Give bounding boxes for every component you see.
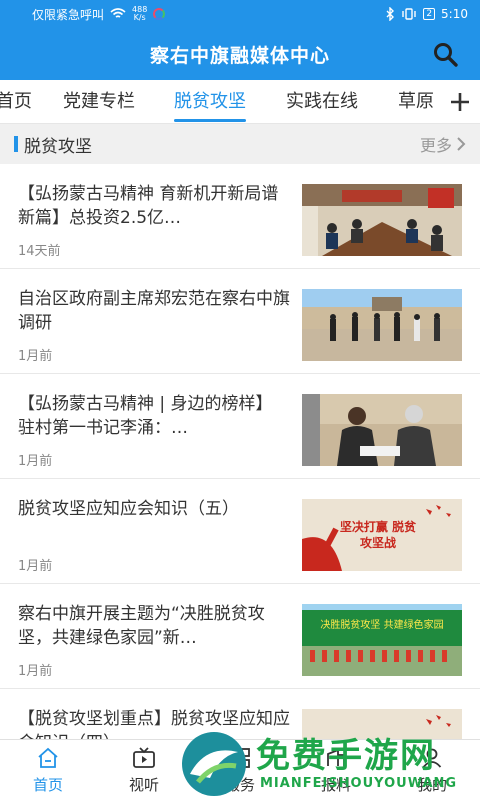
status-left: 仅限紧急呼叫 488 K/s — [32, 6, 385, 23]
article-title: 【脱贫攻坚划重点】脱贫攻坚应知应会知识（四） — [18, 709, 290, 739]
poster-graphic — [426, 715, 451, 727]
banner-graphic — [302, 610, 462, 676]
battery-icon: 2 — [423, 8, 436, 20]
article-title: 脱贫攻坚应知应会知识（五） — [18, 499, 239, 519]
article-time: 1月前 — [18, 664, 53, 679]
bottom-nav: 首页 视听 服务 报料 我的 — [0, 739, 480, 800]
more-link[interactable]: 更多 — [420, 132, 466, 156]
tab-party-building[interactable]: 党建专栏 — [63, 80, 135, 123]
nav-service[interactable]: 服务 — [192, 740, 288, 800]
article-title: 自治区政府副主席郑宏范在察右中旗调研 — [18, 289, 290, 333]
section-title: 脱贫攻坚 — [24, 136, 92, 157]
nav-video[interactable]: 视听 — [96, 740, 192, 800]
wifi-icon — [110, 8, 126, 18]
net-speed-unit: K/s — [133, 13, 146, 22]
list-item[interactable]: 察右中旗开展主题为“决胜脱贫攻坚，共建绿色家园”新… 1月前 决胜脱贫攻坚 共建… — [0, 584, 480, 689]
section-accent-bar — [14, 136, 18, 152]
nav-mine[interactable]: 我的 — [384, 740, 480, 800]
status-time: 5:10 — [441, 7, 468, 21]
article-title: 【弘扬蒙古马精神 | 身边的榜样】 驻村第一书记李涌：… — [18, 394, 273, 438]
tab-practice-online[interactable]: 实践在线 — [286, 80, 358, 123]
article-title: 察右中旗开展主题为“决胜脱贫攻坚，共建绿色家园”新… — [18, 604, 265, 648]
nav-report-label: 报料 — [320, 776, 351, 794]
article-time: 1月前 — [18, 559, 53, 574]
list-item[interactable]: 【脱贫攻坚划重点】脱贫攻坚应知应会知识（四） — [0, 689, 480, 739]
article-time: 1月前 — [18, 349, 53, 364]
nav-video-label: 视听 — [128, 776, 159, 794]
status-right: 2 5:10 — [385, 7, 468, 21]
article-thumbnail: 决胜脱贫攻坚 共建绿色家园 — [302, 604, 462, 676]
video-icon — [133, 747, 155, 768]
article-thumbnail — [302, 709, 462, 739]
status-bar: 仅限紧急呼叫 488 K/s 2 5:10 — [0, 0, 480, 28]
nav-report[interactable]: 报料 — [288, 740, 384, 800]
report-icon — [327, 748, 345, 766]
nav-mine-label: 我的 — [416, 776, 447, 794]
article-thumbnail — [302, 184, 462, 256]
app-title: 察右中旗融媒体中心 — [149, 44, 330, 67]
grid-icon — [230, 748, 250, 768]
tab-home[interactable]: 首页 — [0, 80, 32, 123]
more-label: 更多 — [419, 136, 452, 155]
article-thumbnail: 坚决打赢 脱贫攻坚战 — [302, 499, 462, 571]
add-tab-button[interactable] — [440, 80, 480, 123]
list-item[interactable]: 自治区政府副主席郑宏范在察右中旗调研 1月前 — [0, 269, 480, 374]
article-time: 14天前 — [18, 244, 61, 259]
poster-text: 坚决打赢 脱贫攻坚战 — [339, 520, 417, 550]
list-item[interactable]: 【弘扬蒙古马精神 育新机开新局谱新篇】总投资2.5亿… 14天前 — [0, 164, 480, 269]
notification-app-icon — [153, 8, 166, 20]
nav-home-label: 首页 — [32, 776, 63, 794]
category-tabs: 首页 党建专栏 脱贫攻坚 实践在线 草原 — [0, 80, 480, 124]
section-header: 脱贫攻坚 更多 — [0, 124, 480, 164]
article-list: 【弘扬蒙古马精神 育新机开新局谱新篇】总投资2.5亿… 14天前 自治区政府副主… — [0, 164, 480, 739]
article-title: 【弘扬蒙古马精神 育新机开新局谱新篇】总投资2.5亿… — [18, 184, 279, 228]
bluetooth-icon — [386, 7, 395, 21]
search-icon[interactable] — [432, 41, 460, 69]
app-header: 察右中旗融媒体中心 — [0, 28, 480, 80]
article-thumbnail — [302, 394, 462, 466]
app-screen: 仅限紧急呼叫 488 K/s 2 5:10 察右中旗融媒体中心 页 党建专栏 脱… — [0, 0, 480, 800]
nav-service-label: 服务 — [224, 776, 255, 794]
plus-icon — [451, 93, 469, 111]
chevron-right-icon — [457, 137, 466, 151]
home-icon — [38, 747, 58, 768]
article-time: 1月前 — [18, 454, 53, 469]
nav-home[interactable]: 首页 — [0, 740, 96, 800]
tab-poverty-alleviation[interactable]: 脱贫攻坚 — [174, 80, 246, 123]
vibrate-icon — [402, 8, 417, 20]
net-speed: 488 K/s — [132, 6, 147, 22]
user-icon — [422, 748, 442, 768]
carrier-text: 仅限紧急呼叫 — [32, 7, 105, 22]
banner-text: 决胜脱贫攻坚 共建绿色家园 — [320, 620, 444, 631]
article-thumbnail — [302, 289, 462, 361]
tab-grassland[interactable]: 草原 — [398, 80, 434, 123]
list-item[interactable]: 脱贫攻坚应知应会知识（五） 1月前 坚决打赢 脱贫攻坚战 — [0, 479, 480, 584]
list-item[interactable]: 【弘扬蒙古马精神 | 身边的榜样】 驻村第一书记李涌：… 1月前 — [0, 374, 480, 479]
